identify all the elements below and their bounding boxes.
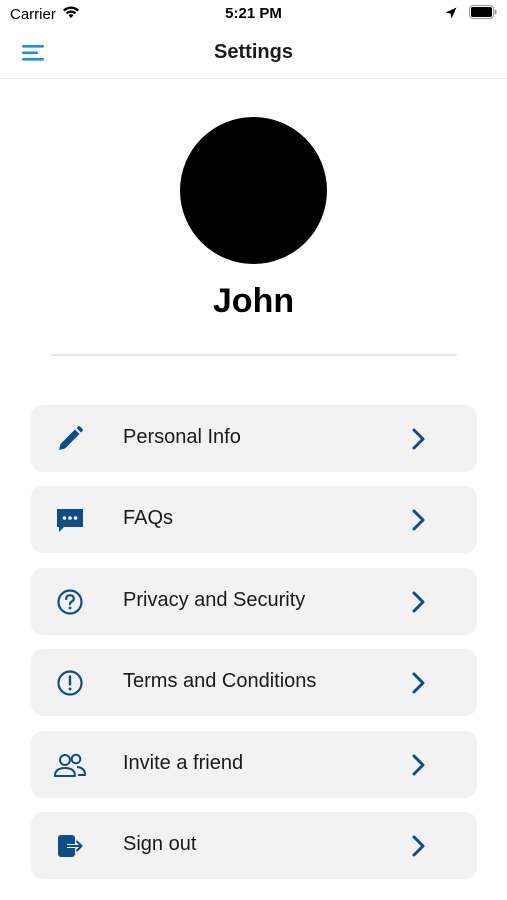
menu-item-label: Terms and Conditions — [123, 670, 317, 693]
chevron-right-icon — [411, 753, 427, 777]
chevron-right-icon — [411, 590, 427, 614]
people-icon — [53, 749, 87, 781]
settings-menu-list: Personal Info FAQs Privacy and Security … — [31, 405, 477, 893]
menu-item-privacy-security[interactable]: Privacy and Security — [31, 567, 477, 635]
menu-item-personal-info[interactable]: Personal Info — [31, 405, 477, 472]
status-bar: Carrier 5:21 PM — [0, 0, 507, 30]
menu-item-label: Privacy and Security — [123, 588, 306, 611]
chevron-right-icon — [411, 508, 427, 532]
menu-item-label: FAQs — [123, 507, 174, 530]
menu-item-invite-friend[interactable]: Invite a friend — [31, 730, 477, 798]
status-time: 5:21 PM — [225, 5, 282, 22]
avatar — [180, 117, 327, 264]
status-right — [445, 5, 497, 23]
menu-item-sign-out[interactable]: Sign out — [31, 811, 477, 879]
menu-item-label: Sign out — [123, 832, 197, 855]
menu-item-label: Personal Info — [123, 426, 241, 448]
exclamation-circle-icon — [53, 667, 87, 699]
chevron-right-icon — [411, 834, 427, 858]
pencil-icon — [53, 423, 87, 455]
nav-bar: Settings — [0, 30, 507, 79]
user-name: John — [212, 282, 295, 320]
menu-item-label: Invite a friend — [123, 751, 244, 774]
chevron-right-icon — [411, 427, 427, 451]
menu-item-faqs[interactable]: FAQs — [31, 486, 477, 554]
chat-bubble-icon — [53, 504, 87, 536]
sign-out-icon — [53, 830, 87, 862]
battery-icon — [469, 5, 497, 23]
menu-item-terms-conditions[interactable]: Terms and Conditions — [31, 649, 477, 717]
location-arrow-icon — [445, 6, 457, 23]
divider — [51, 354, 457, 356]
page-title: Settings — [214, 41, 293, 63]
question-circle-icon — [53, 586, 87, 618]
chevron-right-icon — [411, 671, 427, 695]
